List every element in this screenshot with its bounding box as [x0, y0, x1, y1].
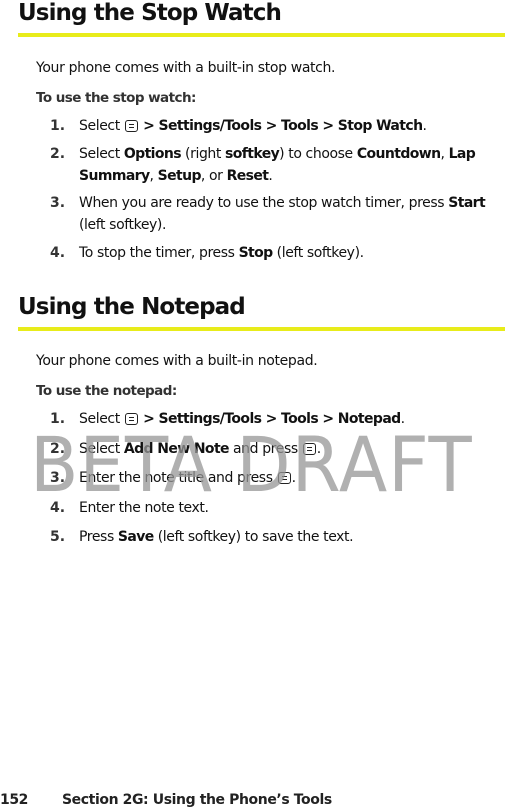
step-text: When you are ready to use the stop watch… — [79, 195, 486, 233]
emphasis-term: Countdown — [356, 146, 441, 162]
emphasis-term: Add New Note — [123, 441, 230, 457]
step-number: 5. — [50, 529, 66, 545]
section-intro: Your phone comes with a built-in notepad… — [36, 353, 318, 369]
step-text: To stop the timer, press Stop (left soft… — [79, 245, 364, 261]
procedure-label: To use the notepad: — [36, 383, 177, 399]
step-number: 2. — [50, 441, 66, 457]
step-number: 2. — [50, 146, 66, 162]
section-rule — [18, 327, 505, 331]
step-number: 4. — [50, 500, 66, 516]
step-number: 3. — [50, 470, 66, 486]
step-text: Select Options (right softkey) to choose… — [79, 146, 476, 184]
emphasis-term: Reset — [226, 168, 269, 184]
step-text: Select > Settings/Tools > Tools > Notepa… — [79, 411, 405, 427]
emphasis-term: Stop — [238, 245, 274, 261]
section-intro: Your phone comes with a built-in stop wa… — [36, 60, 336, 76]
emphasis-term: softkey — [225, 146, 280, 162]
section-title-notepad: Using the Notepad — [18, 294, 246, 320]
footer-section-title: Section 2G: Using the Phone’s Tools — [62, 792, 332, 808]
emphasis-term: > Settings/Tools > Tools > Stop Watch — [138, 118, 423, 134]
step-text: Enter the note title and press . — [79, 470, 296, 486]
section-rule — [18, 33, 505, 37]
step-text: Enter the note text. — [79, 500, 209, 516]
emphasis-term: Start — [448, 195, 486, 211]
step-number: 1. — [50, 118, 66, 134]
step-number: 3. — [50, 195, 66, 211]
step-text: Press Save (left softkey) to save the te… — [79, 529, 354, 545]
section-title-stop-watch: Using the Stop Watch — [18, 0, 282, 26]
menu-ok-key-icon — [277, 472, 291, 484]
step-text: Select Add New Note and press . — [79, 441, 321, 457]
step-text: Select > Settings/Tools > Tools > Stop W… — [79, 118, 427, 134]
menu-ok-key-icon — [124, 413, 138, 425]
emphasis-term: Options — [123, 146, 182, 162]
page-number: 152 — [0, 792, 29, 808]
procedure-label: To use the stop watch: — [36, 90, 196, 106]
step-number: 1. — [50, 411, 66, 427]
emphasis-term: > Settings/Tools > Tools > Notepad — [138, 411, 401, 427]
menu-ok-key-icon — [124, 120, 138, 132]
menu-ok-key-icon — [302, 443, 316, 455]
step-number: 4. — [50, 245, 66, 261]
emphasis-term: Setup — [157, 168, 202, 184]
emphasis-term: Save — [117, 529, 154, 545]
